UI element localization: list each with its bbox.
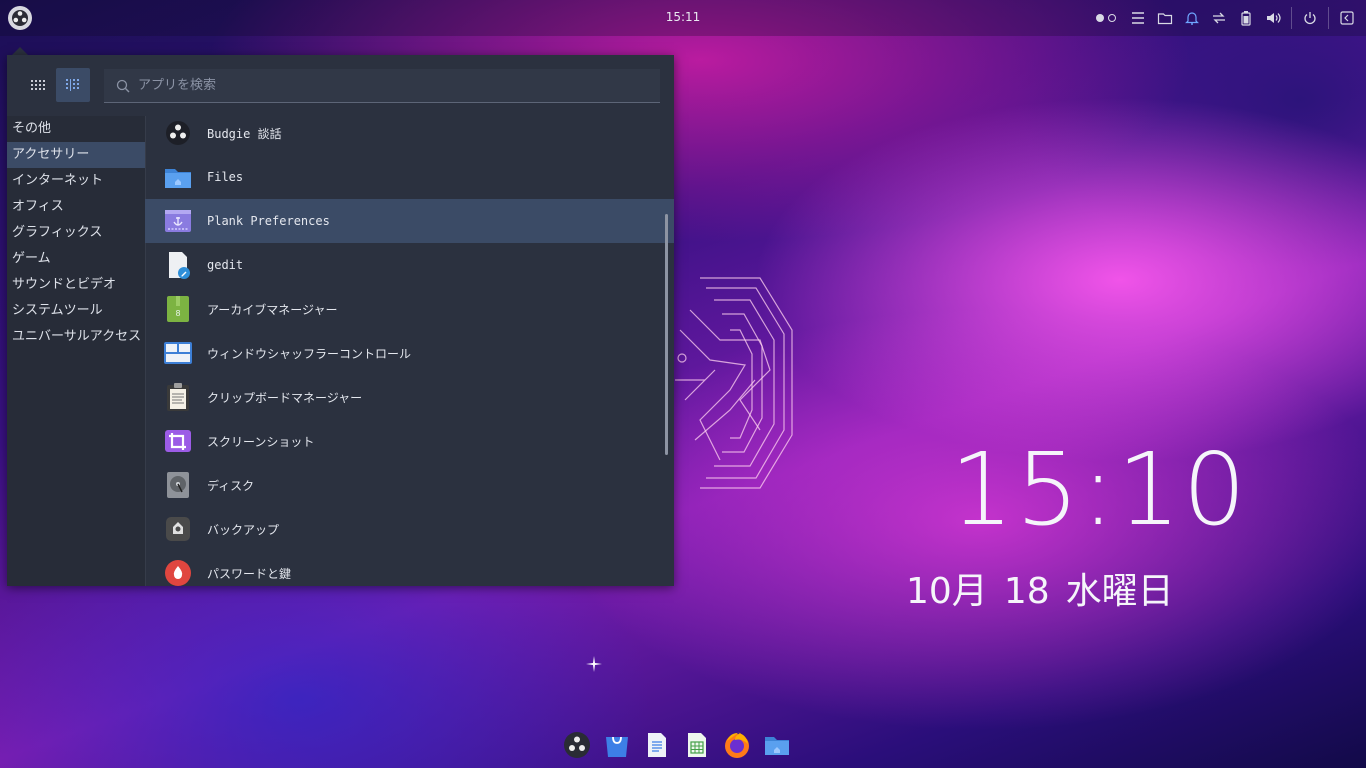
app-item-passwords-keys[interactable]: パスワードと鍵 [145, 551, 674, 586]
app-item-plank-preferences[interactable]: Plank Preferences [145, 199, 674, 243]
files-folder-icon [163, 162, 193, 192]
spreadsheet-icon [688, 733, 706, 757]
app-menu-popover: その他 アクセサリー インターネット オフィス グラフィックス ゲーム サウンド… [7, 55, 674, 586]
top-panel: 15:11 [0, 0, 1366, 36]
gedit-icon [163, 250, 193, 280]
app-label: クリップボードマネージャー [207, 390, 363, 405]
category-office[interactable]: オフィス [7, 194, 145, 220]
search-input[interactable] [136, 77, 640, 94]
files-folder-icon [765, 737, 789, 755]
category-internet[interactable]: インターネット [7, 168, 145, 194]
app-label: バックアップ [207, 522, 280, 537]
app-item-window-shuffler[interactable]: ウィンドウシャッフラーコントロール [145, 331, 674, 375]
app-item-screenshot[interactable]: スクリーンショット [145, 419, 674, 463]
category-accessories[interactable]: アクセサリー [7, 142, 145, 168]
list-view-button[interactable] [56, 68, 90, 102]
tray-separator [1291, 7, 1292, 29]
category-universal-access[interactable]: ユニバーサルアクセス [7, 324, 145, 350]
search-bar[interactable] [104, 69, 660, 103]
app-label: Files [207, 170, 244, 184]
dock-item-text-document[interactable] [642, 730, 672, 760]
app-label: ウィンドウシャッフラーコントロール [207, 346, 412, 361]
clipboard-icon [163, 382, 193, 412]
raven-menu-icon[interactable] [1129, 9, 1147, 27]
app-label: Plank Preferences [207, 214, 330, 228]
list-view-icon [66, 79, 79, 91]
files-folder-icon[interactable] [1156, 9, 1174, 27]
date-month: 10月 [906, 571, 988, 612]
grid-view-button[interactable] [21, 68, 55, 102]
budgie-icon [163, 118, 193, 148]
dock-item-budgie[interactable] [562, 730, 592, 760]
firefox-icon [725, 732, 749, 758]
app-list: Budgie 談話 Files Plank Preferences gedit … [145, 111, 674, 586]
category-list: その他 アクセサリー インターネット オフィス グラフィックス ゲーム サウンド… [7, 116, 146, 586]
app-label: パスワードと鍵 [207, 566, 292, 581]
app-item-clipboard-manager[interactable]: クリップボードマネージャー [145, 375, 674, 419]
window-shuffler-icon [163, 338, 193, 368]
app-label: アーカイブマネージャー [207, 302, 338, 317]
category-other[interactable]: その他 [7, 116, 145, 142]
dock-item-files[interactable] [762, 730, 792, 760]
app-label: ディスク [207, 478, 255, 493]
power-icon[interactable] [1301, 9, 1319, 27]
app-item-files[interactable]: Files [145, 155, 674, 199]
budgie-icon [564, 732, 590, 758]
disk-icon [163, 470, 193, 500]
app-item-gedit[interactable]: gedit [145, 243, 674, 287]
category-graphics[interactable]: グラフィックス [7, 220, 145, 246]
system-tray [1094, 7, 1356, 29]
workspace-dots-icon[interactable] [1094, 9, 1120, 27]
notification-bell-icon[interactable] [1183, 9, 1201, 27]
raven-toggle-icon[interactable] [1338, 9, 1356, 27]
screenshot-icon [163, 426, 193, 456]
dock-item-firefox[interactable] [722, 730, 752, 760]
app-item-budgie[interactable]: Budgie 談話 [145, 111, 674, 155]
desktop-logo-watermark [675, 277, 793, 489]
grid-view-icon [31, 80, 45, 90]
plank-dock [562, 729, 792, 761]
plank-icon [163, 206, 193, 236]
desktop-date: 10月 18 水曜日 [906, 562, 1190, 614]
app-item-backup[interactable]: バックアップ [145, 507, 674, 551]
battery-icon[interactable] [1237, 9, 1255, 27]
dock-item-spreadsheet[interactable] [682, 730, 712, 760]
menu-pointer [12, 47, 28, 55]
app-label: gedit [207, 258, 244, 272]
category-sound-video[interactable]: サウンドとビデオ [7, 272, 145, 298]
volume-icon[interactable] [1264, 9, 1282, 27]
network-transfer-icon[interactable] [1210, 9, 1228, 27]
app-item-disks[interactable]: ディスク [145, 463, 674, 507]
category-games[interactable]: ゲーム [7, 246, 145, 272]
tray-separator [1328, 7, 1329, 29]
search-icon [116, 79, 130, 92]
app-label: スクリーンショット [207, 434, 315, 449]
dock-item-software-store[interactable] [602, 730, 632, 760]
text-document-icon [648, 733, 666, 757]
app-label: Budgie 談話 [207, 126, 282, 141]
app-list-scrollbar[interactable] [665, 214, 668, 455]
date-day: 18 [1003, 571, 1050, 612]
backup-icon [163, 514, 193, 544]
category-system-tools[interactable]: システムツール [7, 298, 145, 324]
password-icon [163, 558, 193, 586]
app-item-archive-manager[interactable]: 8 アーカイブマネージャー [145, 287, 674, 331]
sparkle-decoration [586, 656, 602, 672]
svg-text:8: 8 [175, 309, 180, 318]
desktop-clock: 15:10 [950, 431, 1249, 548]
software-store-icon [606, 736, 628, 757]
archive-icon: 8 [163, 294, 193, 324]
date-weekday: 水曜日 [1065, 571, 1174, 612]
